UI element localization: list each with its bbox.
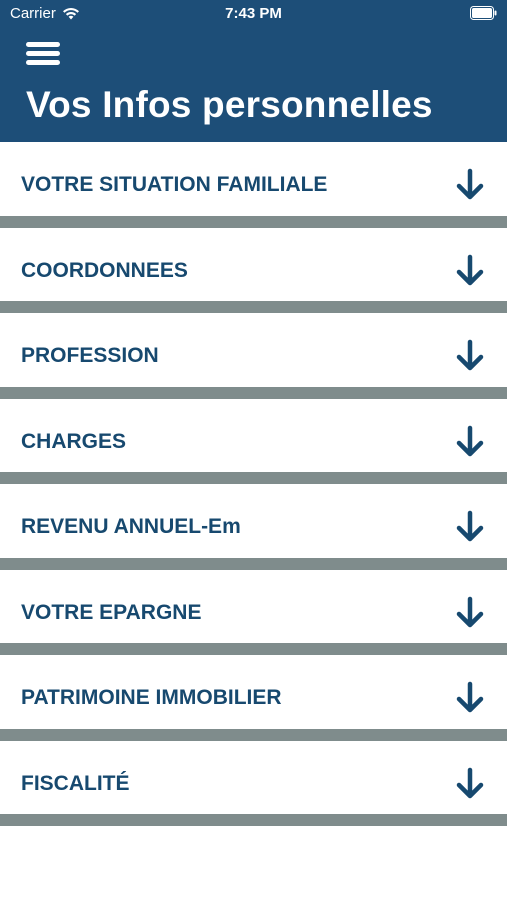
section-charges[interactable]: CHARGES (0, 398, 507, 484)
section-label: VOTRE EPARGNE (21, 600, 202, 624)
section-fiscalite[interactable]: FISCALITÉ (0, 740, 507, 826)
status-bar: Carrier 7:43 PM (0, 0, 507, 28)
section-list: VOTRE SITUATION FAMILIALE COORDONNEES PR… (0, 142, 507, 826)
section-label: CHARGES (21, 429, 127, 453)
section-revenu-annuel[interactable]: REVENU ANNUEL-Em (0, 484, 507, 570)
arrow-down-icon (456, 510, 484, 542)
arrow-down-icon (456, 339, 484, 371)
arrow-down-icon (456, 425, 484, 456)
section-label: REVENU ANNUEL-Em (21, 515, 241, 538)
arrow-down-icon (456, 254, 484, 285)
section-label: VOTRE SITUATION FAMILIALE (21, 173, 328, 196)
hamburger-line (26, 51, 60, 56)
section-votre-situation-familiale[interactable]: VOTRE SITUATION FAMILIALE (0, 142, 507, 228)
section-label: FISCALITÉ (21, 771, 130, 795)
battery-icon (470, 6, 497, 20)
menu-button[interactable] (26, 40, 62, 68)
page-title: Vos Infos personnelles (26, 84, 433, 125)
section-coordonnees[interactable]: COORDONNEES (0, 227, 507, 313)
hamburger-menu-icon (26, 42, 60, 47)
arrow-down-icon (456, 681, 484, 713)
arrow-down-icon (456, 767, 484, 798)
section-label: PATRIMOINE IMMOBILIER (21, 686, 282, 709)
clock: 7:43 PM (225, 5, 282, 22)
arrow-down-icon (456, 168, 484, 200)
section-profession[interactable]: PROFESSION (0, 313, 507, 399)
app-header: Carrier 7:43 PM Vos Infos personnelles (0, 0, 507, 142)
hamburger-line (26, 60, 60, 65)
section-label: COORDONNEES (21, 258, 188, 282)
section-patrimoine-immobilier[interactable]: PATRIMOINE IMMOBILIER (0, 655, 507, 741)
section-label: PROFESSION (21, 344, 159, 367)
section-votre-epargne[interactable]: VOTRE EPARGNE (0, 569, 507, 655)
arrow-down-icon (456, 596, 484, 627)
